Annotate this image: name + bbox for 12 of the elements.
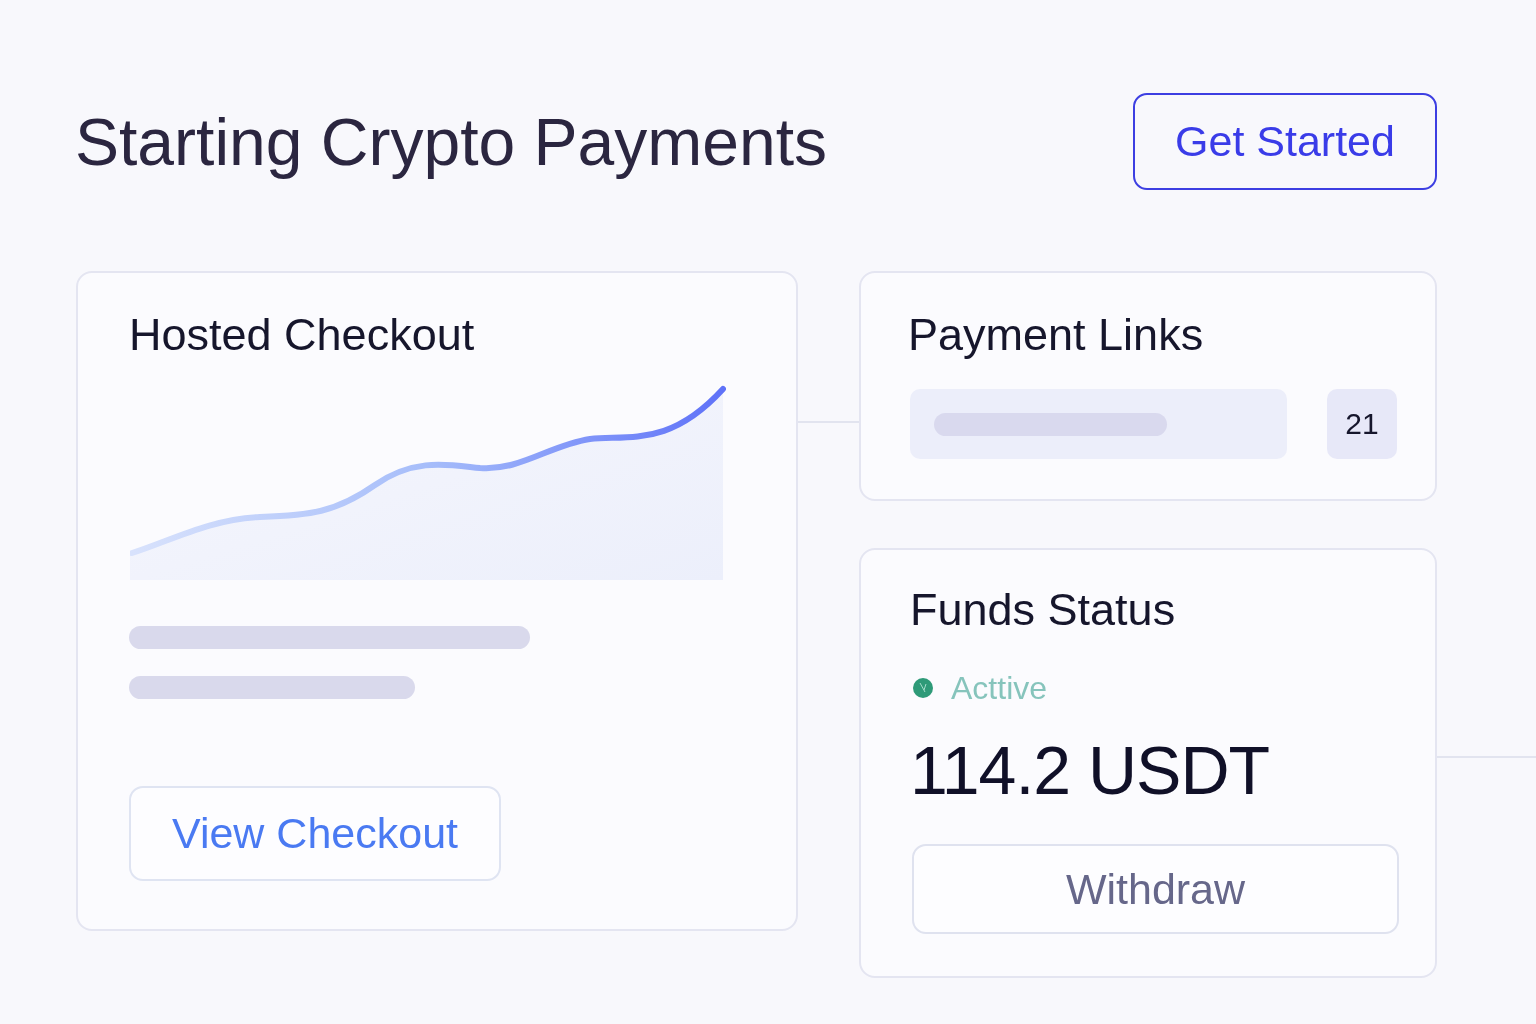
status-dot-icon (913, 678, 933, 698)
card-title: Funds Status (910, 584, 1177, 636)
balance-amount: 114.2 USDT (910, 731, 1271, 810)
withdraw-button[interactable]: Withdraw (912, 844, 1399, 934)
link-count: 21 (1327, 389, 1397, 459)
page-title: Starting Crypto Payments (75, 103, 827, 181)
view-checkout-button[interactable]: View Checkout (129, 786, 501, 881)
card-title: Hosted Checkout (129, 309, 476, 361)
link-field[interactable] (910, 389, 1287, 459)
status-label: Acttive (951, 669, 1048, 707)
card-title: Payment Links (908, 309, 1205, 361)
get-started-button[interactable]: Get Started (1133, 93, 1437, 190)
